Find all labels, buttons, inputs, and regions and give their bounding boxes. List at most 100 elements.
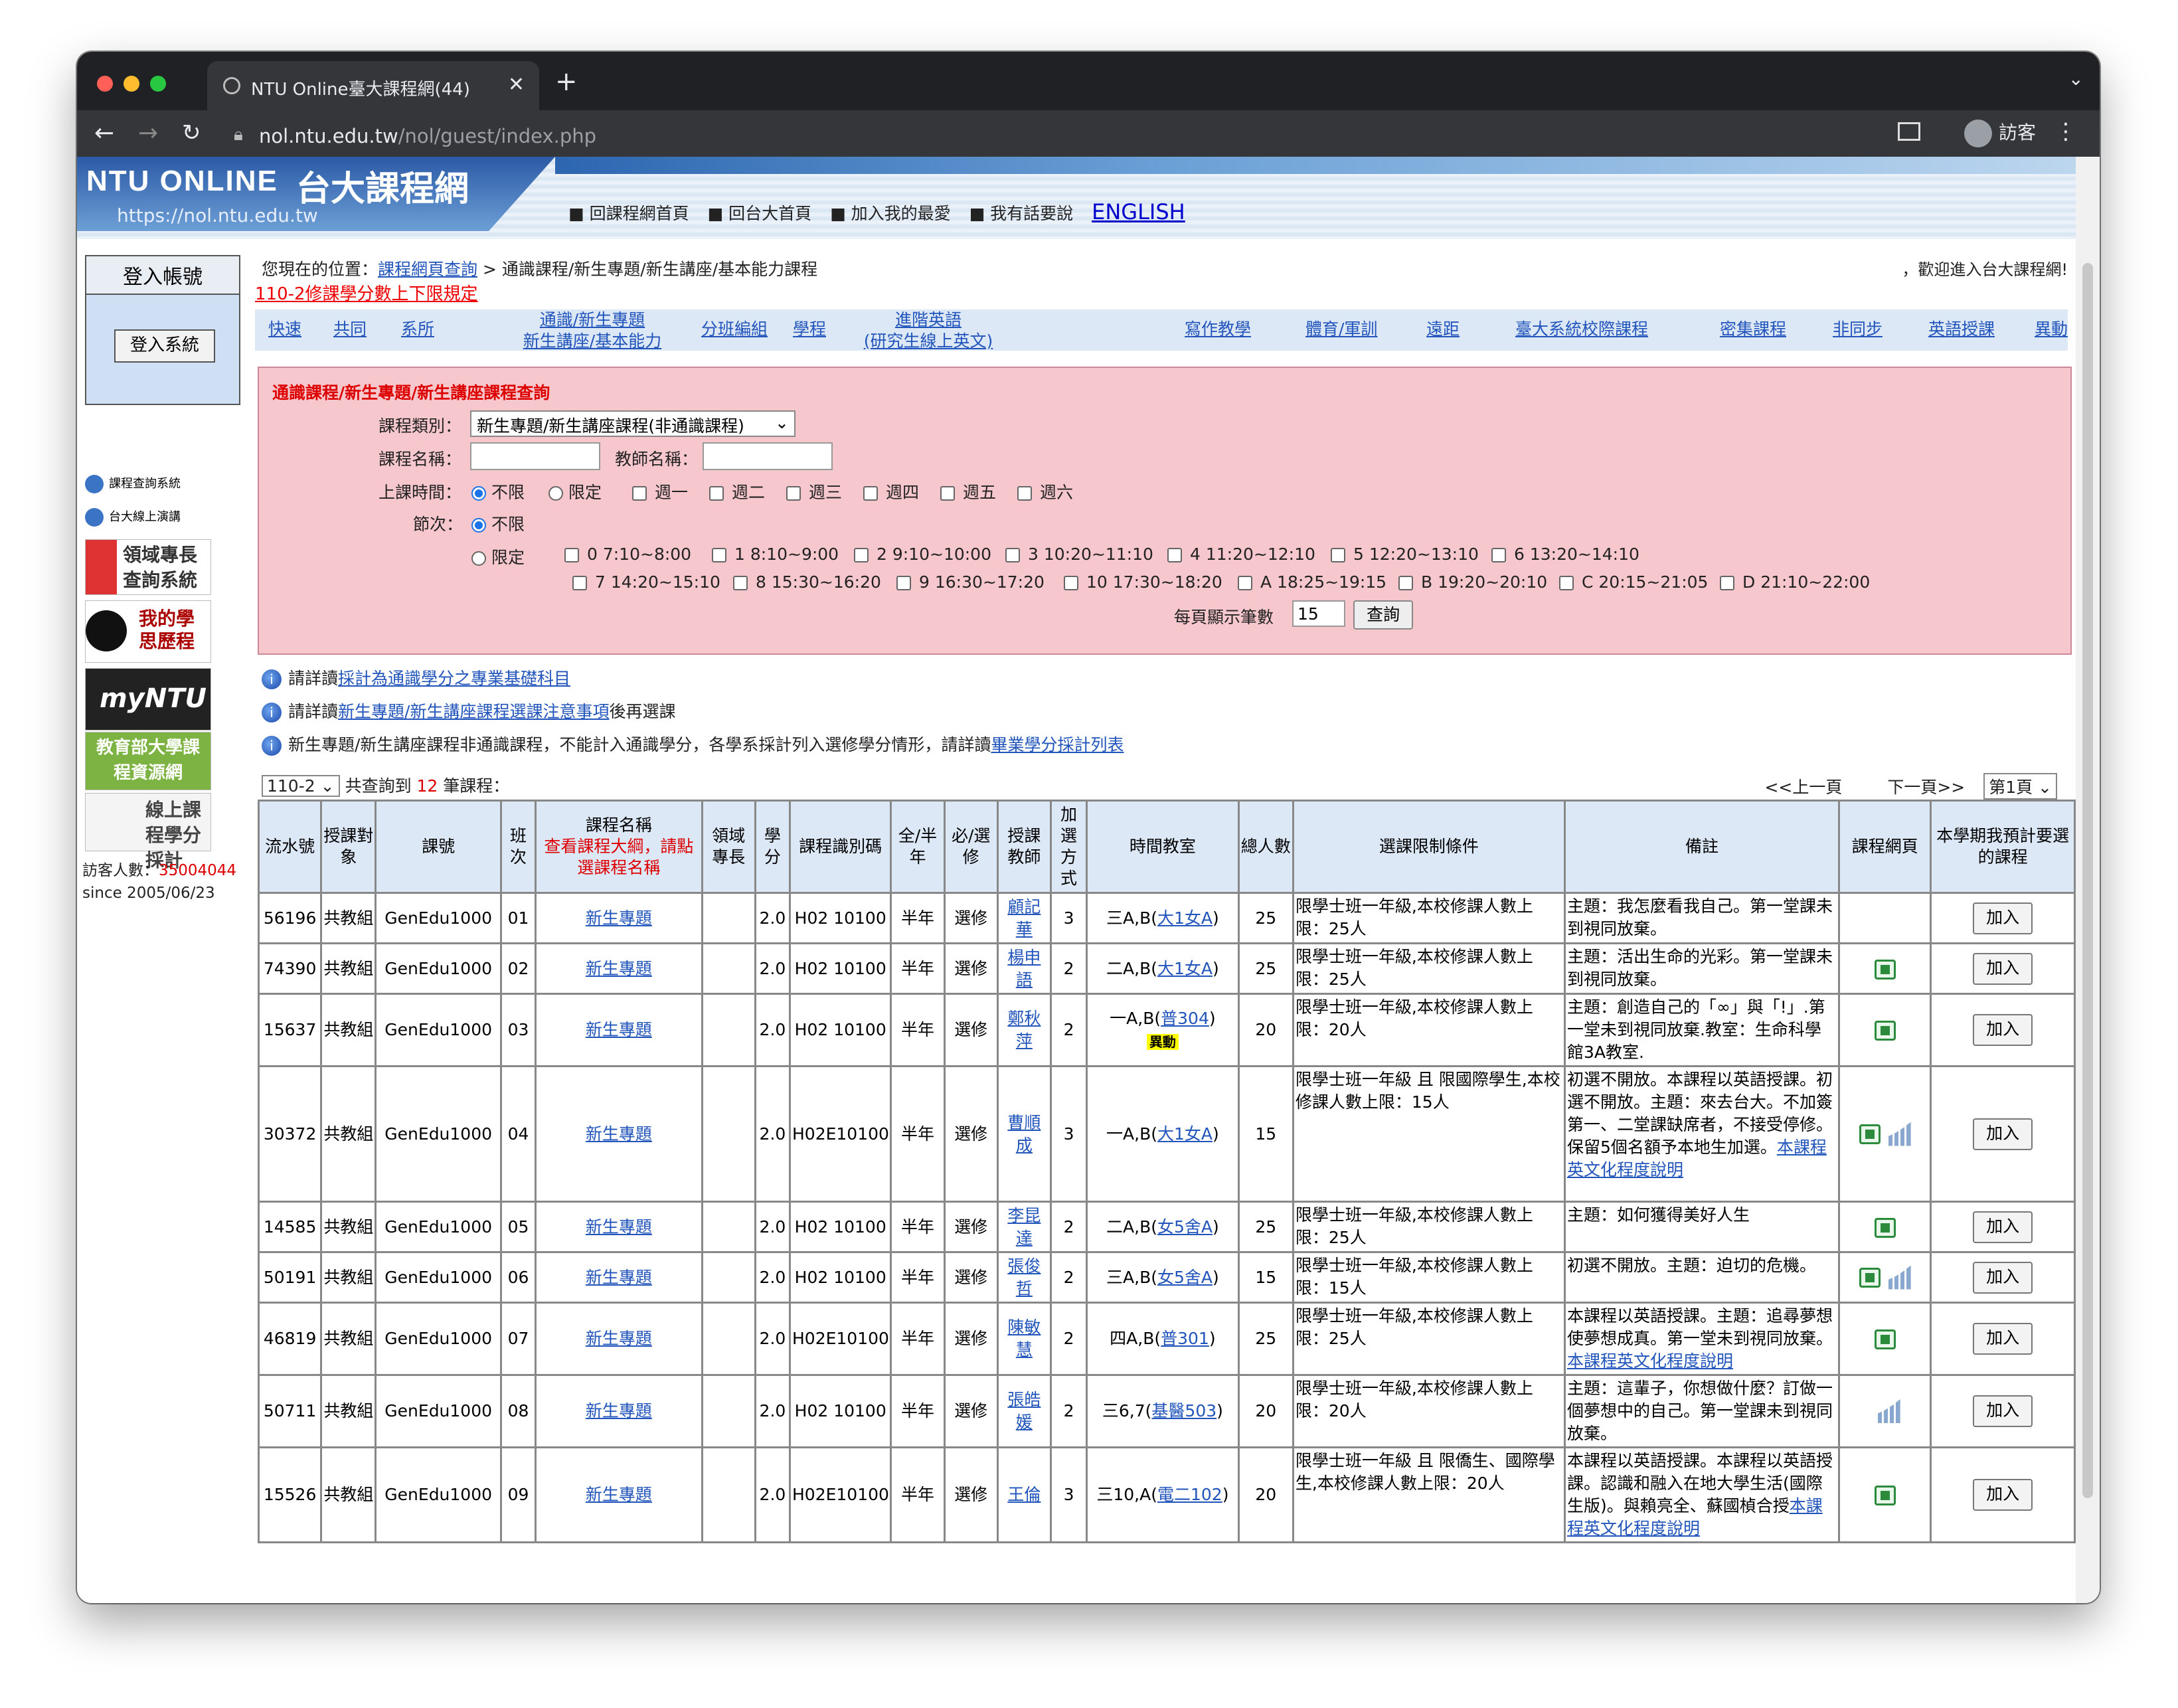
day-thu-checkbox[interactable]: 週四 [863, 479, 919, 503]
period-checkbox[interactable]: B 19:20~20:10 [1398, 572, 1547, 592]
domain-expertise-link[interactable]: 領域專長查詢系統 [85, 539, 211, 595]
semester-select[interactable]: 110-2 ⌄ [262, 775, 340, 797]
tab-english-taught[interactable]: 英語授課 [1928, 319, 1995, 340]
period-checkbox[interactable]: C 20:15~21:05 [1559, 572, 1708, 592]
tab-department[interactable]: 系所 [401, 319, 434, 340]
add-course-button[interactable]: 加入 [1973, 952, 2033, 985]
period-checkbox[interactable]: 8 15:30~16:20 [733, 572, 881, 592]
tab-changes[interactable]: 異動 [2035, 319, 2068, 340]
add-course-button[interactable]: 加入 [1973, 1395, 2033, 1427]
period-checkbox[interactable]: A 18:25~19:15 [1238, 572, 1386, 592]
add-course-button[interactable]: 加入 [1973, 1261, 2033, 1294]
room-link[interactable]: 電二102 [1157, 1485, 1222, 1504]
day-mon-checkbox[interactable]: 週一 [632, 479, 688, 503]
note-2-link[interactable]: 新生專題/新生講座課程選課注意事項 [338, 702, 609, 721]
period-checkbox[interactable]: 2 9:10~10:00 [854, 545, 991, 564]
add-course-button[interactable]: 加入 [1973, 1014, 2033, 1046]
next-page-link[interactable]: 下一頁>> [1887, 778, 1965, 797]
note-3-link[interactable]: 畢業學分採計列表 [991, 735, 1124, 754]
tab-quick[interactable]: 快速 [268, 319, 301, 340]
site-logo[interactable]: NTU ONLINE 台大課程網 https://nol.ntu.edu.tw [77, 157, 555, 231]
period-any-radio[interactable]: 不限 [471, 511, 525, 535]
room-link[interactable]: 女5舍A [1157, 1217, 1213, 1237]
forward-arrow-icon[interactable]: → [138, 120, 158, 147]
reload-icon[interactable]: ↻ [182, 120, 201, 146]
tab-freshman[interactable]: 新生講座/基本能力 [506, 331, 679, 352]
link-feedback[interactable]: ■ 我有話要說 [969, 204, 1074, 223]
tab-advanced-english[interactable]: 進階英語 [851, 309, 1005, 331]
day-fri-checkbox[interactable]: 週五 [940, 479, 996, 503]
room-link[interactable]: 大1女A [1157, 1124, 1213, 1144]
course-name-link[interactable]: 新生專題 [586, 1124, 652, 1144]
teacher-link[interactable]: 張俊哲 [1007, 1256, 1041, 1298]
period-checkbox[interactable]: 10 17:30~18:20 [1064, 572, 1222, 592]
day-sat-checkbox[interactable]: 週六 [1017, 479, 1073, 503]
course-web-icon[interactable] [1874, 1329, 1896, 1349]
course-type-select[interactable]: 新生專題/新生講座課程(非通識課程) ⌄ [470, 410, 796, 437]
room-link[interactable]: 女5舍A [1157, 1268, 1213, 1287]
room-link[interactable]: 基醫503 [1151, 1401, 1216, 1420]
room-link[interactable]: 大1女A [1157, 908, 1213, 928]
note-1-link[interactable]: 採計為通識學分之專業基礎科目 [338, 669, 570, 688]
course-name-link[interactable]: 新生專題 [586, 1485, 652, 1504]
teacher-link[interactable]: 李昆達 [1007, 1206, 1041, 1248]
period-checkbox[interactable]: 3 10:20~11:10 [1005, 545, 1153, 564]
period-limit-radio[interactable]: 限定 [471, 545, 525, 568]
new-tab-button[interactable]: + [555, 66, 578, 97]
teacher-link[interactable]: 王倫 [1007, 1485, 1041, 1504]
time-any-radio[interactable]: 不限 [471, 479, 525, 503]
login-button[interactable]: 登入系統 [114, 329, 215, 363]
add-course-button[interactable]: 加入 [1973, 1323, 2033, 1355]
period-checkbox[interactable]: 6 13:20~14:10 [1491, 545, 1639, 564]
add-course-button[interactable]: 加入 [1973, 1479, 2033, 1511]
course-name-link[interactable]: 新生專題 [586, 908, 652, 928]
more-menu-icon[interactable]: ⋮ [2054, 118, 2077, 145]
course-web-icon[interactable] [1874, 1486, 1896, 1505]
back-arrow-icon[interactable]: ← [94, 120, 114, 147]
day-tue-checkbox[interactable]: 週二 [709, 479, 765, 503]
url-bar[interactable]: 🔒︎ nol.ntu.edu.tw/nol/guest/index.php [222, 116, 1935, 153]
course-query-link[interactable]: 課程查詢系統 [85, 473, 218, 495]
teacher-link[interactable]: 張皓媛 [1007, 1390, 1041, 1432]
tab-pe-military[interactable]: 體育/軍訓 [1305, 319, 1377, 340]
teacher-name-input[interactable] [703, 442, 833, 470]
course-web-icon[interactable] [1874, 959, 1896, 980]
tab-distance[interactable]: 遠距 [1426, 319, 1460, 340]
period-checkbox[interactable]: 0 7:10~8:00 [564, 545, 691, 564]
course-name-link[interactable]: 新生專題 [586, 1268, 652, 1287]
course-web-icon[interactable] [1859, 1267, 1881, 1288]
online-course-credit-link[interactable]: 線上課程學分採計 [85, 793, 211, 871]
room-link[interactable]: 普304 [1161, 1009, 1209, 1028]
link-add-favorite[interactable]: ■ 加入我的最愛 [830, 204, 951, 223]
english-level-link[interactable]: 本課程英文化程度說明 [1567, 1351, 1733, 1371]
teacher-link[interactable]: 陳敏慧 [1007, 1318, 1041, 1359]
day-wed-checkbox[interactable]: 週三 [786, 479, 842, 503]
link-ntu-home[interactable]: ■ 回台大首頁 [708, 204, 812, 223]
profile-button[interactable]: 訪客 [1964, 118, 2036, 147]
minimize-window-button[interactable] [124, 76, 139, 92]
teacher-link[interactable]: 楊申語 [1007, 948, 1041, 989]
link-course-home[interactable]: ■ 回課程網首頁 [568, 204, 689, 223]
course-name-input[interactable] [470, 442, 600, 470]
per-page-input[interactable]: 15 [1292, 600, 1345, 627]
course-name-link[interactable]: 新生專題 [586, 959, 652, 978]
period-checkbox[interactable]: 9 16:30~17:20 [896, 572, 1045, 592]
tab-group[interactable]: 分班編組 [701, 319, 768, 340]
period-checkbox[interactable]: 7 14:20~15:10 [572, 572, 720, 592]
course-web-icon[interactable] [1859, 1124, 1881, 1144]
chevron-down-icon[interactable]: ⌄ [2068, 68, 2084, 90]
tab-program[interactable]: 學程 [793, 319, 826, 340]
add-course-button[interactable]: 加入 [1973, 1118, 2033, 1150]
teacher-link[interactable]: 顧記華 [1007, 897, 1041, 939]
online-lecture-link[interactable]: 台大線上演講 [85, 506, 218, 529]
close-window-button[interactable] [97, 76, 113, 92]
bar-chart-icon[interactable] [1877, 1399, 1900, 1423]
browser-tab[interactable]: NTU Online臺大課程網(44) ✕ [207, 61, 539, 110]
course-web-icon[interactable] [1874, 1021, 1896, 1041]
period-checkbox[interactable]: 5 12:20~13:10 [1331, 545, 1479, 564]
course-name-link[interactable]: 新生專題 [586, 1401, 652, 1420]
page-select[interactable]: 第1頁 ⌄ [1983, 773, 2057, 800]
moe-course-resource-link[interactable]: 教育部大學課程資源網 [85, 732, 211, 790]
scrollbar-thumb[interactable] [2082, 263, 2093, 1498]
tab-async[interactable]: 非同步 [1833, 319, 1883, 340]
